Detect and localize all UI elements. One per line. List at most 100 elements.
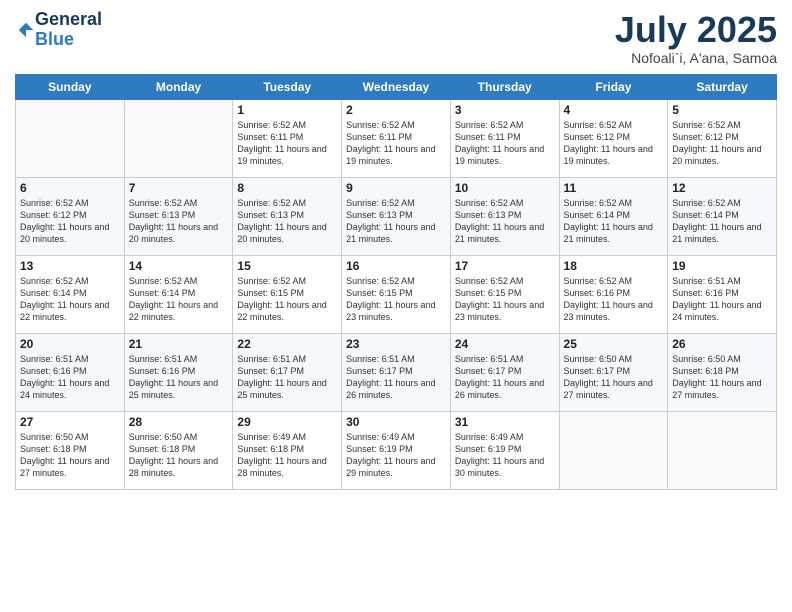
- day-info: Sunrise: 6:52 AM Sunset: 6:13 PM Dayligh…: [129, 197, 229, 246]
- day-number: 13: [20, 259, 120, 273]
- calendar-week-3: 13 Sunrise: 6:52 AM Sunset: 6:14 PM Dayli…: [16, 255, 777, 333]
- calendar-cell: 21 Sunrise: 6:51 AM Sunset: 6:16 PM Dayli…: [124, 333, 233, 411]
- day-number: 9: [346, 181, 446, 195]
- calendar-cell: 31Sunrise: 6:49 AM Sunset: 6:19 PM Dayli…: [450, 411, 559, 489]
- day-info: Sunrise: 6:51 AM Sunset: 6:16 PM Dayligh…: [129, 353, 229, 402]
- day-info: Sunrise: 6:50 AM Sunset: 6:18 PM Dayligh…: [129, 431, 229, 480]
- day-number: 29: [237, 415, 337, 429]
- calendar-week-2: 6 Sunrise: 6:52 AM Sunset: 6:12 PM Daylig…: [16, 177, 777, 255]
- day-info: Sunrise: 6:52 AM Sunset: 6:14 PM Dayligh…: [564, 197, 664, 246]
- day-number: 17: [455, 259, 555, 273]
- calendar-cell: 25 Sunrise: 6:50 AM Sunset: 6:17 PM Dayli…: [559, 333, 668, 411]
- day-number: 28: [129, 415, 229, 429]
- calendar-cell: [16, 99, 125, 177]
- day-number: 31: [455, 415, 555, 429]
- day-number: 1: [237, 103, 337, 117]
- weekday-header-monday: Monday: [124, 74, 233, 99]
- calendar-week-4: 20 Sunrise: 6:51 AM Sunset: 6:16 PM Dayli…: [16, 333, 777, 411]
- calendar-cell: 19 Sunrise: 6:51 AM Sunset: 6:16 PM Dayli…: [668, 255, 777, 333]
- logo-general: General: [35, 10, 102, 30]
- day-info: Sunrise: 6:52 AM Sunset: 6:15 PM Dayligh…: [237, 275, 337, 324]
- day-number: 16: [346, 259, 446, 273]
- day-number: 14: [129, 259, 229, 273]
- day-number: 21: [129, 337, 229, 351]
- day-number: 6: [20, 181, 120, 195]
- day-info: Sunrise: 6:52 AM Sunset: 6:14 PM Dayligh…: [672, 197, 772, 246]
- day-info: Sunrise: 6:50 AM Sunset: 6:17 PM Dayligh…: [564, 353, 664, 402]
- day-info: Sunrise: 6:52 AM Sunset: 6:12 PM Dayligh…: [20, 197, 120, 246]
- day-info: Sunrise: 6:52 AM Sunset: 6:12 PM Dayligh…: [672, 119, 772, 168]
- calendar-cell: 20 Sunrise: 6:51 AM Sunset: 6:16 PM Dayli…: [16, 333, 125, 411]
- calendar-cell: 18 Sunrise: 6:52 AM Sunset: 6:16 PM Dayli…: [559, 255, 668, 333]
- day-info: Sunrise: 6:52 AM Sunset: 6:13 PM Dayligh…: [237, 197, 337, 246]
- day-number: 4: [564, 103, 664, 117]
- calendar-cell: 23Sunrise: 6:51 AM Sunset: 6:17 PM Dayli…: [342, 333, 451, 411]
- day-number: 25: [564, 337, 664, 351]
- calendar-cell: 9 Sunrise: 6:52 AM Sunset: 6:13 PM Daylig…: [342, 177, 451, 255]
- day-info: Sunrise: 6:52 AM Sunset: 6:15 PM Dayligh…: [346, 275, 446, 324]
- calendar-cell: 10Sunrise: 6:52 AM Sunset: 6:13 PM Dayli…: [450, 177, 559, 255]
- calendar-cell: 17 Sunrise: 6:52 AM Sunset: 6:15 PM Dayli…: [450, 255, 559, 333]
- day-number: 2: [346, 103, 446, 117]
- day-info: Sunrise: 6:52 AM Sunset: 6:13 PM Dayligh…: [346, 197, 446, 246]
- day-info: Sunrise: 6:52 AM Sunset: 6:11 PM Dayligh…: [346, 119, 446, 168]
- calendar-cell: 11Sunrise: 6:52 AM Sunset: 6:14 PM Dayli…: [559, 177, 668, 255]
- weekday-header-sunday: Sunday: [16, 74, 125, 99]
- day-number: 30: [346, 415, 446, 429]
- calendar-body: 1 Sunrise: 6:52 AM Sunset: 6:11 PM Daylig…: [16, 99, 777, 489]
- logo-blue: Blue: [35, 30, 102, 50]
- calendar-cell: 7Sunrise: 6:52 AM Sunset: 6:13 PM Daylig…: [124, 177, 233, 255]
- calendar-cell: 8 Sunrise: 6:52 AM Sunset: 6:13 PM Daylig…: [233, 177, 342, 255]
- weekday-row: SundayMondayTuesdayWednesdayThursdayFrid…: [16, 74, 777, 99]
- day-number: 12: [672, 181, 772, 195]
- calendar-cell: 30 Sunrise: 6:49 AM Sunset: 6:19 PM Dayli…: [342, 411, 451, 489]
- calendar-cell: 26Sunrise: 6:50 AM Sunset: 6:18 PM Dayli…: [668, 333, 777, 411]
- calendar-cell: 4 Sunrise: 6:52 AM Sunset: 6:12 PM Daylig…: [559, 99, 668, 177]
- calendar-cell: 14 Sunrise: 6:52 AM Sunset: 6:14 PM Dayli…: [124, 255, 233, 333]
- calendar-cell: [559, 411, 668, 489]
- day-number: 24: [455, 337, 555, 351]
- day-number: 3: [455, 103, 555, 117]
- page: General Blue July 2025 Nofoali`i, A'ana,…: [0, 0, 792, 612]
- day-number: 19: [672, 259, 772, 273]
- calendar-cell: [124, 99, 233, 177]
- calendar-cell: 5 Sunrise: 6:52 AM Sunset: 6:12 PM Daylig…: [668, 99, 777, 177]
- day-info: Sunrise: 6:49 AM Sunset: 6:19 PM Dayligh…: [346, 431, 446, 480]
- day-info: Sunrise: 6:52 AM Sunset: 6:11 PM Dayligh…: [237, 119, 337, 168]
- calendar-cell: 2 Sunrise: 6:52 AM Sunset: 6:11 PM Daylig…: [342, 99, 451, 177]
- day-number: 27: [20, 415, 120, 429]
- calendar-cell: 12 Sunrise: 6:52 AM Sunset: 6:14 PM Dayli…: [668, 177, 777, 255]
- title-area: July 2025 Nofoali`i, A'ana, Samoa: [615, 10, 777, 66]
- weekday-header-wednesday: Wednesday: [342, 74, 451, 99]
- day-info: Sunrise: 6:49 AM Sunset: 6:18 PM Dayligh…: [237, 431, 337, 480]
- calendar-cell: 6 Sunrise: 6:52 AM Sunset: 6:12 PM Daylig…: [16, 177, 125, 255]
- calendar-cell: 24 Sunrise: 6:51 AM Sunset: 6:17 PM Dayli…: [450, 333, 559, 411]
- day-info: Sunrise: 6:52 AM Sunset: 6:15 PM Dayligh…: [455, 275, 555, 324]
- calendar-header: SundayMondayTuesdayWednesdayThursdayFrid…: [16, 74, 777, 99]
- day-info: Sunrise: 6:52 AM Sunset: 6:16 PM Dayligh…: [564, 275, 664, 324]
- calendar-cell: 28 Sunrise: 6:50 AM Sunset: 6:18 PM Dayli…: [124, 411, 233, 489]
- day-number: 26: [672, 337, 772, 351]
- day-info: Sunrise: 6:50 AM Sunset: 6:18 PM Dayligh…: [20, 431, 120, 480]
- day-number: 5: [672, 103, 772, 117]
- day-info: Sunrise: 6:51 AM Sunset: 6:16 PM Dayligh…: [20, 353, 120, 402]
- day-number: 15: [237, 259, 337, 273]
- day-info: Sunrise: 6:51 AM Sunset: 6:17 PM Dayligh…: [237, 353, 337, 402]
- location-subtitle: Nofoali`i, A'ana, Samoa: [615, 50, 777, 66]
- day-number: 20: [20, 337, 120, 351]
- calendar-cell: 27 Sunrise: 6:50 AM Sunset: 6:18 PM Dayli…: [16, 411, 125, 489]
- calendar-cell: 3Sunrise: 6:52 AM Sunset: 6:11 PM Daylig…: [450, 99, 559, 177]
- weekday-header-thursday: Thursday: [450, 74, 559, 99]
- calendar-cell: 1 Sunrise: 6:52 AM Sunset: 6:11 PM Daylig…: [233, 99, 342, 177]
- day-number: 23: [346, 337, 446, 351]
- logo-icon: [17, 21, 35, 39]
- calendar-cell: [668, 411, 777, 489]
- day-info: Sunrise: 6:51 AM Sunset: 6:16 PM Dayligh…: [672, 275, 772, 324]
- logo-text: General Blue: [35, 10, 102, 50]
- day-info: Sunrise: 6:52 AM Sunset: 6:14 PM Dayligh…: [129, 275, 229, 324]
- day-number: 18: [564, 259, 664, 273]
- calendar-cell: 29 Sunrise: 6:49 AM Sunset: 6:18 PM Dayli…: [233, 411, 342, 489]
- day-info: Sunrise: 6:51 AM Sunset: 6:17 PM Dayligh…: [455, 353, 555, 402]
- day-info: Sunrise: 6:52 AM Sunset: 6:12 PM Dayligh…: [564, 119, 664, 168]
- day-number: 8: [237, 181, 337, 195]
